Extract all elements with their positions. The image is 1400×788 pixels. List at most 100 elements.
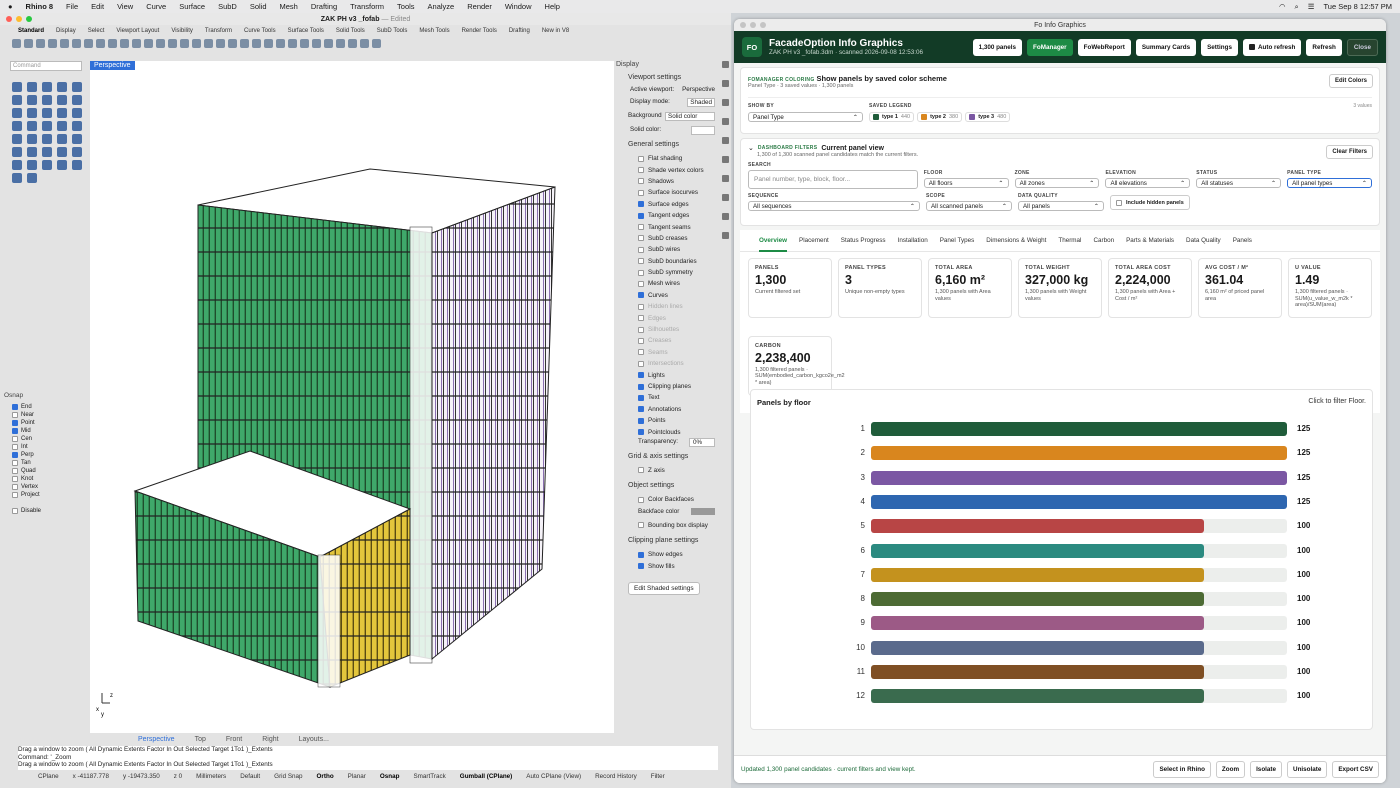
subd-tool-icon[interactable] [27, 121, 37, 131]
osnap-item[interactable]: Mid [4, 427, 88, 435]
array-tool-icon[interactable] [12, 160, 22, 170]
layer-label[interactable]: Default [240, 773, 260, 780]
rotate-tool-icon[interactable] [42, 147, 52, 157]
bar-fill[interactable] [871, 494, 1287, 509]
tab-mesh-tools[interactable]: Mesh Tools [419, 28, 449, 34]
cut-icon[interactable] [72, 38, 81, 48]
osnap-checkbox[interactable] [12, 484, 18, 490]
bar-track[interactable] [871, 422, 1287, 436]
display-option[interactable]: Silhouettes [616, 324, 719, 335]
display-option[interactable]: Shadows [616, 176, 719, 187]
elevation-select[interactable]: All elevations ⌃ [1105, 178, 1191, 188]
tab-standard[interactable]: Standard [18, 28, 44, 34]
save-icon[interactable] [36, 38, 45, 48]
tab-viewport-layout[interactable]: Viewport Layout [116, 28, 159, 34]
display-option[interactable]: Clipping planes [616, 381, 719, 392]
zoom-button[interactable]: Zoom [1215, 761, 1246, 778]
osnap-toggle[interactable]: Osnap [380, 773, 400, 780]
ortho-toggle[interactable]: Ortho [317, 773, 334, 780]
display-option[interactable]: SubD boundaries [616, 256, 719, 267]
fillet-tool-icon[interactable] [57, 121, 67, 131]
clock[interactable]: Tue Sep 8 12:57 PM [1323, 2, 1392, 11]
curve-tool-icon[interactable] [57, 95, 67, 105]
bar-row[interactable]: 10 100 [856, 640, 1311, 655]
bar-fill[interactable] [871, 446, 1287, 461]
display-option-checkbox[interactable] [638, 360, 644, 367]
circle-tool-icon[interactable] [72, 82, 82, 92]
trim-tool-icon[interactable] [12, 134, 22, 144]
display-option-checkbox[interactable] [638, 406, 644, 413]
tab-surface-tools[interactable]: Surface Tools [288, 28, 324, 34]
display-option[interactable]: Tangent seams [616, 221, 719, 232]
display-option[interactable]: Surface isocurves [616, 187, 719, 198]
show-by-select[interactable]: Panel Type ⌃ [748, 112, 863, 122]
data-quality-select[interactable]: All panels ⌃ [1018, 201, 1104, 211]
copy-tool-icon[interactable] [27, 147, 37, 157]
edit-point-tool-icon[interactable] [27, 173, 37, 183]
show-icon[interactable] [276, 38, 285, 48]
bar-fill[interactable] [871, 640, 1204, 655]
display-option[interactable]: Flat shading [616, 153, 719, 164]
bar-fill[interactable] [871, 592, 1204, 607]
viewport-tab-right[interactable]: Right [262, 736, 278, 743]
display-option[interactable]: Curves [616, 290, 719, 301]
menu-file[interactable]: File [66, 2, 78, 11]
tab-data-quality[interactable]: Data Quality [1186, 237, 1221, 244]
surface-tool-icon[interactable] [12, 108, 22, 118]
scope-select[interactable]: All scanned panels ⌃ [926, 201, 1012, 211]
tab-installation[interactable]: Installation [898, 237, 928, 244]
control-center-icon[interactable]: ☰ [1308, 2, 1315, 11]
backface-color-swatch[interactable] [691, 507, 715, 515]
bar-fill[interactable] [871, 689, 1204, 704]
osnap-item[interactable]: Tan [4, 459, 88, 467]
bar-track[interactable] [871, 567, 1287, 582]
explode-tool-icon[interactable] [57, 134, 67, 144]
display-option-checkbox[interactable] [638, 246, 644, 253]
tab-new-in-v8[interactable]: New in V8 [542, 28, 569, 34]
display-option-checkbox[interactable] [638, 201, 644, 208]
bar-fill[interactable] [871, 519, 1204, 534]
display-option-checkbox[interactable] [638, 155, 644, 162]
transparency-input[interactable]: 0% [689, 437, 715, 447]
osnap-checkbox[interactable] [12, 428, 18, 434]
osnap-checkbox[interactable] [12, 444, 18, 450]
bar-fill[interactable] [871, 616, 1204, 631]
freeform-tool-icon[interactable] [72, 95, 82, 105]
filter-toggle[interactable]: Filter [651, 773, 665, 780]
text-tool-icon[interactable] [72, 134, 82, 144]
light-icon[interactable] [348, 38, 357, 48]
bar-track[interactable] [871, 494, 1287, 509]
properties-panel-icon[interactable] [722, 99, 729, 106]
print-icon[interactable] [48, 38, 57, 48]
dimension-tool-icon[interactable] [27, 160, 37, 170]
zoom-extents-icon[interactable] [156, 38, 165, 48]
bar-row[interactable]: 3 125 [861, 470, 1311, 485]
search-icon[interactable]: ⌕ [1295, 2, 1299, 12]
cylinder-tool-icon[interactable] [72, 108, 82, 118]
join-tool-icon[interactable] [42, 134, 52, 144]
display-option-checkbox[interactable] [638, 372, 644, 379]
unlock-icon[interactable] [300, 38, 309, 48]
options-icon[interactable] [360, 38, 369, 48]
material-icon[interactable] [324, 38, 333, 48]
display-option-checkbox[interactable] [638, 224, 644, 231]
fo-zoom-icon[interactable] [760, 22, 766, 28]
z-axis-checkbox[interactable] [638, 467, 644, 474]
tab-parts-materials[interactable]: Parts & Materials [1126, 237, 1174, 244]
properties-icon[interactable] [60, 38, 69, 48]
tab-panels[interactable]: Panels [1233, 237, 1252, 244]
scale-tool-icon[interactable] [57, 147, 67, 157]
lights-panel-icon[interactable] [722, 156, 729, 163]
menu-subd[interactable]: SubD [218, 2, 237, 11]
lock-icon[interactable] [288, 38, 297, 48]
osnap-item[interactable]: Point [4, 419, 88, 427]
sequence-select[interactable]: All sequences ⌃ [748, 201, 920, 211]
zoom-selected-icon[interactable] [168, 38, 177, 48]
bar-row[interactable]: 12 100 [856, 689, 1311, 704]
auto-cplane-toggle[interactable]: Auto CPlane (View) [526, 773, 581, 780]
record-history-toggle[interactable]: Record History [595, 773, 637, 780]
tab-select[interactable]: Select [88, 28, 105, 34]
smarttrack-toggle[interactable]: SmartTrack [413, 773, 445, 780]
unisolate-button[interactable]: Unisolate [1287, 761, 1328, 778]
osnap-item[interactable]: Project [4, 491, 88, 499]
